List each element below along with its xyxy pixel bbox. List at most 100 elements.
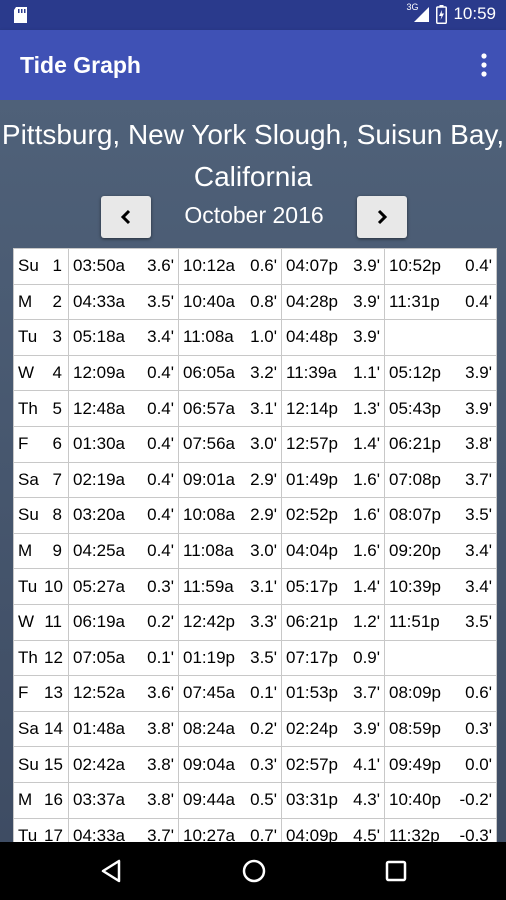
tide-row: M 16 03:37a 3.8' 09:44a 0.5' 03:31p 4.3' 10:40p -… (13, 781, 497, 819)
chevron-left-icon (120, 209, 131, 225)
tide-height: 1.4' (353, 434, 380, 454)
tide-height: 2.9' (250, 469, 277, 489)
day-name: Tu (18, 327, 38, 347)
overflow-menu-icon[interactable] (476, 50, 492, 80)
day-cell: M2 (13, 283, 69, 321)
tide-time: 10:27a (183, 825, 235, 842)
day-cell: Th 5 (13, 390, 69, 427)
tide-cell: 06:05a 3.2' (178, 354, 282, 392)
day-number: 6 (52, 434, 62, 454)
day-cell: Su 15 (13, 746, 69, 783)
tide-height: -0.2' (459, 790, 492, 810)
tide-height: 3.0' (250, 434, 277, 454)
tide-cell: 01:30a 0.4' (68, 425, 179, 463)
tide-cell (384, 639, 497, 677)
tide-row: Tu 10 05:27a 0.3' 11:59a 3.1' 05:17p 1.4' 10:39p… (13, 568, 497, 605)
tide-cell: 08:24a 0.2' (178, 710, 282, 748)
tide-cell: 10:40a 0.8' (178, 283, 282, 321)
tide-time: 02:57p (286, 754, 338, 774)
tide-time: 01:19p (183, 647, 235, 667)
tide-row: Tu 17 04:33a 3.7' 10:27a 0.7' 04:09p 4.5' 11:32p… (13, 817, 497, 842)
tide-cell: 05:12p 3.9' (384, 354, 497, 392)
day-name: Tu (18, 825, 38, 842)
tide-height: 0.1' (147, 647, 174, 667)
tide-cell: 04:33a 3.5' (68, 283, 179, 321)
next-month-button[interactable] (357, 196, 407, 238)
tide-time: 12:52a (73, 683, 125, 703)
tide-height: 0.3' (250, 754, 277, 774)
tide-row: W 11 06:19a 0.2' 12:42p 3.3' 06:21p 1.2' 11:51p 3… (13, 603, 497, 641)
tide-height: 0.4' (465, 291, 492, 311)
tide-cell: 06:21p 3.8' (384, 425, 497, 463)
tide-cell: 12:42p 3.3' (178, 603, 282, 641)
tide-height: 1.6' (353, 541, 380, 561)
tide-time: 06:19a (73, 612, 125, 632)
tide-time: 03:50a (73, 256, 125, 276)
tide-time: 07:05a (73, 647, 125, 667)
tide-cell: 10:08a 2.9' (178, 497, 282, 534)
day-cell: Su 8 (13, 497, 69, 534)
day-number: 12 (44, 647, 63, 667)
tide-time: 05:17p (286, 576, 338, 596)
tide-height: 3.4' (465, 576, 492, 596)
tide-height: 0.4' (147, 363, 174, 383)
tide-height: 0.0' (465, 754, 492, 774)
tide-height: 4.1' (353, 754, 380, 774)
location-title: Pittsburg, New York Slough, Suisun Bay, … (1, 119, 505, 192)
tide-time: 07:08p (389, 469, 441, 489)
tide-time: 11:59a (183, 576, 234, 596)
content-area: Pittsburg, New York Slough, Suisun Bay, … (0, 100, 506, 842)
tide-time: 04:33a (73, 291, 125, 311)
day-number: 1 (52, 256, 62, 276)
tide-time: 11:51p (389, 612, 440, 632)
previous-month-button[interactable] (101, 196, 151, 238)
tide-time: 10:08a (183, 505, 235, 525)
tide-cell: 06:21p 1.2' (281, 603, 385, 641)
tide-cell: 02:57p 4.1' (281, 746, 385, 783)
tide-cell: 02:24p 3.9' (281, 710, 385, 748)
day-name: W (18, 363, 35, 383)
tide-height: 3.8' (465, 434, 492, 454)
app-title: Tide Graph (20, 52, 141, 78)
tide-time: 09:01a (183, 469, 235, 489)
tide-cell: 04:09p 4.5' (281, 817, 385, 842)
tide-cell: 12:57p 1.4' (281, 425, 385, 463)
day-name: Su (18, 505, 39, 525)
day-number: 10 (44, 576, 63, 596)
day-name: Sa (18, 719, 39, 739)
clock: 10:59 (453, 4, 496, 23)
tide-height: 3.1' (250, 398, 277, 418)
back-icon[interactable] (97, 856, 127, 886)
app-bar: Tide Graph (0, 30, 506, 100)
tide-cell: 11:39a 1.1' (281, 354, 385, 392)
home-icon[interactable] (239, 856, 269, 886)
tide-table: Su 1 03:50a 3.6' 10:12a 0.6' 04:07p 3.9' 10:52p 0… (13, 248, 497, 842)
tide-cell: 08:59p 0.3' (384, 710, 497, 748)
day-name: Tu (18, 576, 38, 596)
tide-time: 12:48a (73, 398, 125, 418)
day-name: Th (18, 398, 38, 418)
tide-height: 1.1' (353, 363, 380, 383)
tide-height: 0.4' (465, 256, 492, 276)
tide-time: 10:12a (183, 256, 235, 276)
tide-cell: 11:31p 0.4' (384, 283, 497, 321)
tide-cell: 05:17p 1.4' (281, 568, 385, 605)
tide-time: 02:42a (73, 754, 125, 774)
tide-cell: 07:05a 0.1' (68, 639, 179, 677)
tide-cell: 12:48a 0.4' (68, 390, 179, 427)
tide-height: 3.8' (147, 719, 174, 739)
tide-time: 05:18a (73, 327, 125, 347)
tide-cell: 01:19p 3.5' (178, 639, 282, 677)
tide-cell: 09:49p 0.0' (384, 746, 497, 783)
tide-height: 3.6' (147, 683, 174, 703)
recents-icon[interactable] (381, 856, 411, 886)
tide-time: 07:17p (286, 647, 338, 667)
tide-height: 0.6' (465, 683, 492, 703)
tide-cell: 07:45a 0.1' (178, 675, 282, 712)
tide-cell: 12:52a 3.6' (68, 675, 179, 712)
tide-height: 3.7' (147, 825, 174, 842)
tide-row: M 2 04:33a 3.5' 10:40a 0.8' 04:28p 3.9' 11:31p 0.… (13, 283, 497, 321)
day-number: 16 (44, 790, 63, 810)
tide-row: Sa 14 01:48a 3.8' 08:24a 0.2' 02:24p 3.9' 08:59p… (13, 710, 497, 748)
tide-height: 1.3' (353, 398, 380, 418)
